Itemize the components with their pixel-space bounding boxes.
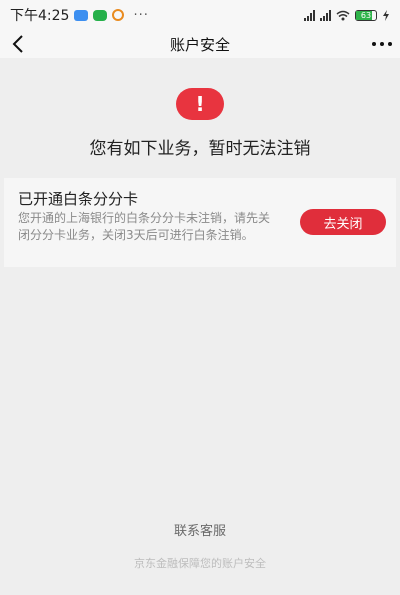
status-time: 下午4:25: [10, 8, 70, 24]
card-description: 您开通的上海银行的白条分分卡未注销，请先关闭分分卡业务，关闭3天后可进行白条注销…: [18, 211, 271, 242]
status-right: 63: [304, 9, 390, 21]
alert-headline: 您有如下业务，暂时无法注销: [89, 139, 311, 159]
ring-app-icon: [112, 9, 125, 21]
business-card: 已开通白条分分卡 您开通的上海银行的白条分分卡未注销，请先关闭分分卡业务，关闭3…: [4, 178, 396, 267]
status-left: 下午4:25 ···: [10, 5, 149, 25]
battery-level: 63: [360, 10, 372, 20]
charging-icon: [383, 9, 389, 21]
page-title: 账户安全: [169, 35, 230, 54]
contact-customer-service-link[interactable]: 联系客服: [0, 520, 400, 539]
phone-app-icon: [93, 9, 108, 21]
signal-icon-2: [320, 9, 331, 21]
more-dot-icon: [388, 42, 392, 46]
footer-security-note: 京东金融保障您的账户安全: [134, 557, 266, 570]
card-title: 已开通白条分分卡: [18, 190, 139, 208]
more-dot-icon: [372, 42, 376, 46]
signal-icon: [304, 9, 315, 21]
navigation-bar: 账户安全: [0, 30, 400, 58]
back-button[interactable]: [6, 30, 30, 58]
status-bar: 下午4:25 ··· 63: [0, 0, 400, 30]
more-dot-icon: [380, 42, 384, 46]
go-close-button[interactable]: 去关闭: [300, 209, 386, 235]
more-options-button[interactable]: [372, 30, 392, 58]
exclamation-symbol: !: [195, 92, 205, 116]
status-overflow-dots: ···: [133, 7, 149, 23]
message-app-icon: [74, 9, 89, 21]
chevron-left-icon: [12, 35, 23, 53]
wifi-icon: [336, 10, 350, 20]
exclamation-icon: !: [176, 88, 224, 120]
battery-icon: 63: [355, 9, 377, 21]
